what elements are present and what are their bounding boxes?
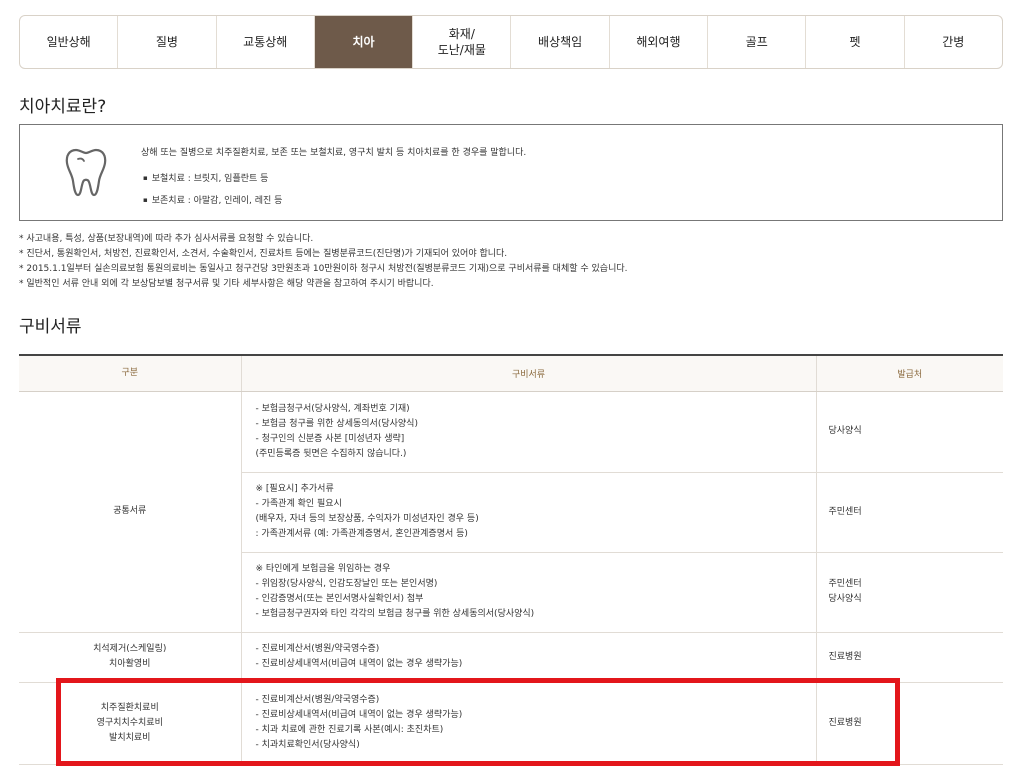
category-tabs: 일반상해 질병 교통상해 치아 화재/ 도난/재물 배상책임 해외여행 골프 펫… — [19, 15, 1003, 69]
issuer-cell: 진료병원 — [816, 682, 1003, 765]
treatment-info-box: 상해 또는 질병으로 치주질환치료, 보존 또는 보철치료, 영구치 발치 등 … — [19, 124, 1003, 221]
required-docs-title: 구비서류 — [19, 317, 82, 337]
table-row: 치주질환치료비 영구치치수치료비 발치치료비 - 진료비계산서(병원/약국영수증… — [19, 682, 1003, 765]
header-issuer: 발급처 — [816, 355, 1003, 392]
bullet-prosthetic: 보철치료 : 브릿지, 임플란트 등 — [141, 171, 526, 184]
table-header-row: 구분 구비서류 발급처 — [19, 355, 1003, 392]
bullet-conservative: 보존치료 : 아말감, 인레이, 레진 등 — [141, 193, 526, 206]
tab-overseas-travel[interactable]: 해외여행 — [610, 16, 709, 68]
tab-fire-theft-property[interactable]: 화재/ 도난/재물 — [413, 16, 512, 68]
tab-traffic-injury[interactable]: 교통상해 — [217, 16, 315, 68]
category-periodontal: 치주질환치료비 영구치치수치료비 발치치료비 — [19, 682, 242, 765]
category-scaling: 치석제거(스케일링) 치아활영비 — [19, 632, 242, 683]
tooth-icon — [65, 148, 107, 197]
note-line: * 진단서, 통원확인서, 처방전, 진료확인서, 소견서, 수술확인서, 진료… — [19, 249, 508, 259]
table-row: 치석제거(스케일링) 치아활영비 - 진료비계산서(병원/약국영수증) - 진료… — [19, 632, 1003, 683]
tab-liability[interactable]: 배상책임 — [511, 16, 610, 68]
treatment-description: 상해 또는 질병으로 치주질환치료, 보존 또는 보철치료, 영구치 발치 등 … — [141, 148, 527, 158]
tab-dental[interactable]: 치아 — [314, 16, 414, 68]
header-documents: 구비서류 — [241, 355, 817, 392]
note-line: * 사고내용, 특성, 상품(보장내역)에 따라 추가 심사서류를 요청할 수 … — [19, 234, 314, 244]
issuer-cell: 당사양식 — [816, 391, 1003, 473]
note-line: * 2015.1.1일부터 실손의료보험 통원의료비는 동일사고 청구건당 3만… — [19, 264, 628, 274]
notes: * 사고내용, 특성, 상품(보장내역)에 따라 추가 심사서류를 요청할 수 … — [19, 232, 628, 292]
tab-pet[interactable]: 펫 — [806, 16, 905, 68]
tab-disease[interactable]: 질병 — [118, 16, 217, 68]
issuer-cell: 진료병원 — [816, 632, 1003, 683]
header-category: 구분 — [19, 355, 242, 392]
documents-cell: ※ [필요시] 추가서류 - 가족관계 확인 필요시 (배우자, 자녀 등의 보… — [241, 472, 817, 553]
tab-golf[interactable]: 골프 — [708, 16, 807, 68]
documents-cell: - 진료비계산서(병원/약국영수증) - 진료비상세내역서(비급여 내역이 없는… — [241, 682, 817, 765]
treatment-title: 치아치료란? — [19, 97, 107, 117]
documents-cell: - 진료비계산서(병원/약국영수증) - 진료비상세내역서(비급여 내역이 없는… — [241, 632, 817, 683]
category-common: 공통서류 — [19, 391, 242, 633]
table-row: 공통서류 - 보험금청구서(당사양식, 계좌번호 기재) - 보험금 청구를 위… — [19, 391, 1003, 633]
tab-general-injury[interactable]: 일반상해 — [20, 16, 119, 68]
issuer-cell: 주민센터 당사양식 — [816, 552, 1003, 633]
documents-cell: ※ 타인에게 보험금을 위임하는 경우 - 위임장(당사양식, 인감도장날인 또… — [241, 552, 817, 633]
documents-cell: - 보험금청구서(당사양식, 계좌번호 기재) - 보험금 청구를 위한 상세동… — [241, 391, 817, 473]
tab-nursing[interactable]: 간병 — [905, 16, 1002, 68]
required-docs-table: 구분 구비서류 발급처 공통서류 - 보험금청구서(당사양식, 계좌번호 기재)… — [19, 354, 1003, 765]
note-line: * 일반적인 서류 안내 외에 각 보상담보별 청구서류 및 기타 세부사항은 … — [19, 279, 434, 289]
issuer-cell: 주민센터 — [816, 472, 1003, 553]
